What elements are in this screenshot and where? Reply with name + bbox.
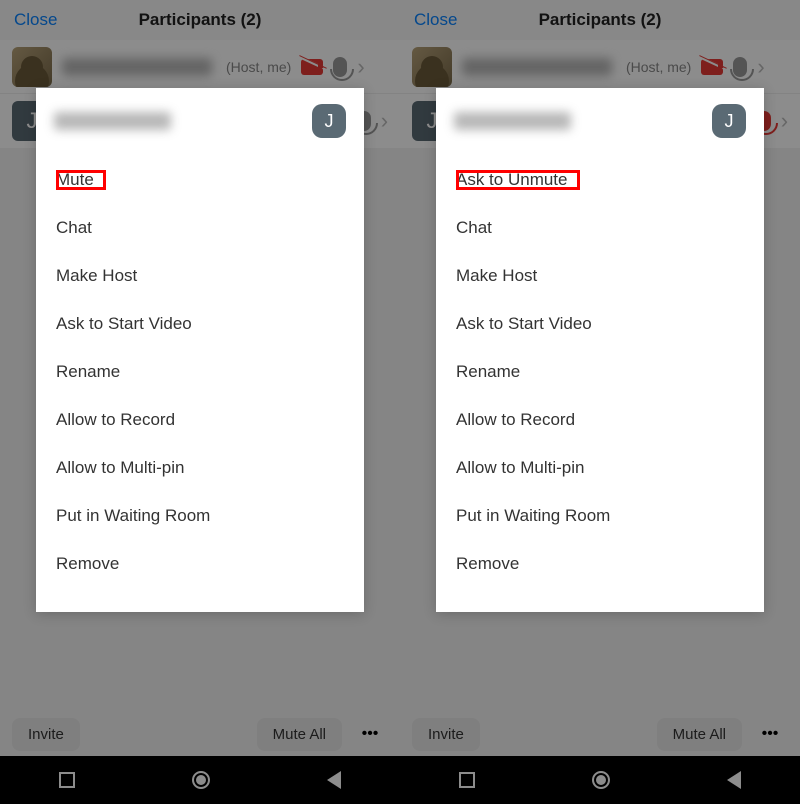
chevron-right-icon: › xyxy=(757,54,764,80)
avatar-letter: J xyxy=(312,104,346,138)
page-title: Participants (2) xyxy=(539,10,662,30)
menu-item-chat[interactable]: Chat xyxy=(36,204,364,252)
context-menu: J Mute Chat Make Host Ask to Start Video… xyxy=(36,88,364,612)
menu-item-mute[interactable]: Mute xyxy=(36,156,364,204)
menu-item-allow-multipin[interactable]: Allow to Multi-pin xyxy=(436,444,764,492)
menu-item-rename[interactable]: Rename xyxy=(436,348,764,396)
menu-item-chat[interactable]: Chat xyxy=(436,204,764,252)
invite-button[interactable]: Invite xyxy=(412,718,480,751)
topbar: Close Participants (2) xyxy=(0,0,400,40)
topbar: Close Participants (2) xyxy=(400,0,800,40)
participant-name-blurred xyxy=(54,112,171,130)
menu-item-allow-record[interactable]: Allow to Record xyxy=(36,396,364,444)
participant-name-blurred xyxy=(462,58,612,76)
host-tag: (Host, me) xyxy=(226,59,291,75)
close-button[interactable]: Close xyxy=(414,10,457,30)
menu-item-make-host[interactable]: Make Host xyxy=(436,252,764,300)
menu-item-remove[interactable]: Remove xyxy=(436,540,764,588)
menu-item-make-host[interactable]: Make Host xyxy=(36,252,364,300)
mic-icon xyxy=(333,57,347,77)
home-icon[interactable] xyxy=(192,771,210,789)
menu-header: J xyxy=(436,100,764,156)
menu-item-ask-unmute[interactable]: Ask to Unmute xyxy=(436,156,764,204)
menu-item-allow-multipin[interactable]: Allow to Multi-pin xyxy=(36,444,364,492)
close-button[interactable]: Close xyxy=(14,10,57,30)
page-title: Participants (2) xyxy=(139,10,262,30)
participant-name-blurred xyxy=(62,58,212,76)
mute-all-button[interactable]: Mute All xyxy=(657,718,742,751)
camera-off-icon xyxy=(701,59,723,75)
mic-icon xyxy=(733,57,747,77)
host-tag: (Host, me) xyxy=(626,59,691,75)
overview-icon[interactable] xyxy=(459,772,475,788)
participant-row-host[interactable]: (Host, me) › xyxy=(400,40,800,94)
overview-icon[interactable] xyxy=(59,772,75,788)
avatar-image xyxy=(12,47,52,87)
participant-row-host[interactable]: (Host, me) › xyxy=(0,40,400,94)
android-navbar xyxy=(400,756,800,804)
more-button[interactable]: ••• xyxy=(752,725,788,743)
bottom-toolbar: Invite Mute All ••• xyxy=(0,712,400,756)
chevron-right-icon: › xyxy=(781,108,788,134)
android-navbar xyxy=(0,756,400,804)
camera-off-icon xyxy=(301,59,323,75)
avatar-letter: J xyxy=(712,104,746,138)
avatar-image xyxy=(412,47,452,87)
participant-name-blurred xyxy=(454,112,571,130)
menu-item-waiting-room[interactable]: Put in Waiting Room xyxy=(436,492,764,540)
menu-item-allow-record[interactable]: Allow to Record xyxy=(436,396,764,444)
bottom-toolbar: Invite Mute All ••• xyxy=(400,712,800,756)
chevron-right-icon: › xyxy=(381,108,388,134)
context-menu: J Ask to Unmute Chat Make Host Ask to St… xyxy=(436,88,764,612)
home-icon[interactable] xyxy=(592,771,610,789)
menu-item-ask-start-video[interactable]: Ask to Start Video xyxy=(36,300,364,348)
chevron-right-icon: › xyxy=(357,54,364,80)
mute-all-button[interactable]: Mute All xyxy=(257,718,342,751)
invite-button[interactable]: Invite xyxy=(12,718,80,751)
menu-item-ask-start-video[interactable]: Ask to Start Video xyxy=(436,300,764,348)
right-screen: Close Participants (2) (Host, me) › J › … xyxy=(400,0,800,804)
menu-item-remove[interactable]: Remove xyxy=(36,540,364,588)
menu-item-waiting-room[interactable]: Put in Waiting Room xyxy=(36,492,364,540)
left-screen: Close Participants (2) (Host, me) › J › … xyxy=(0,0,400,804)
menu-header: J xyxy=(36,100,364,156)
back-icon[interactable] xyxy=(727,771,741,789)
menu-item-rename[interactable]: Rename xyxy=(36,348,364,396)
more-button[interactable]: ••• xyxy=(352,725,388,743)
back-icon[interactable] xyxy=(327,771,341,789)
